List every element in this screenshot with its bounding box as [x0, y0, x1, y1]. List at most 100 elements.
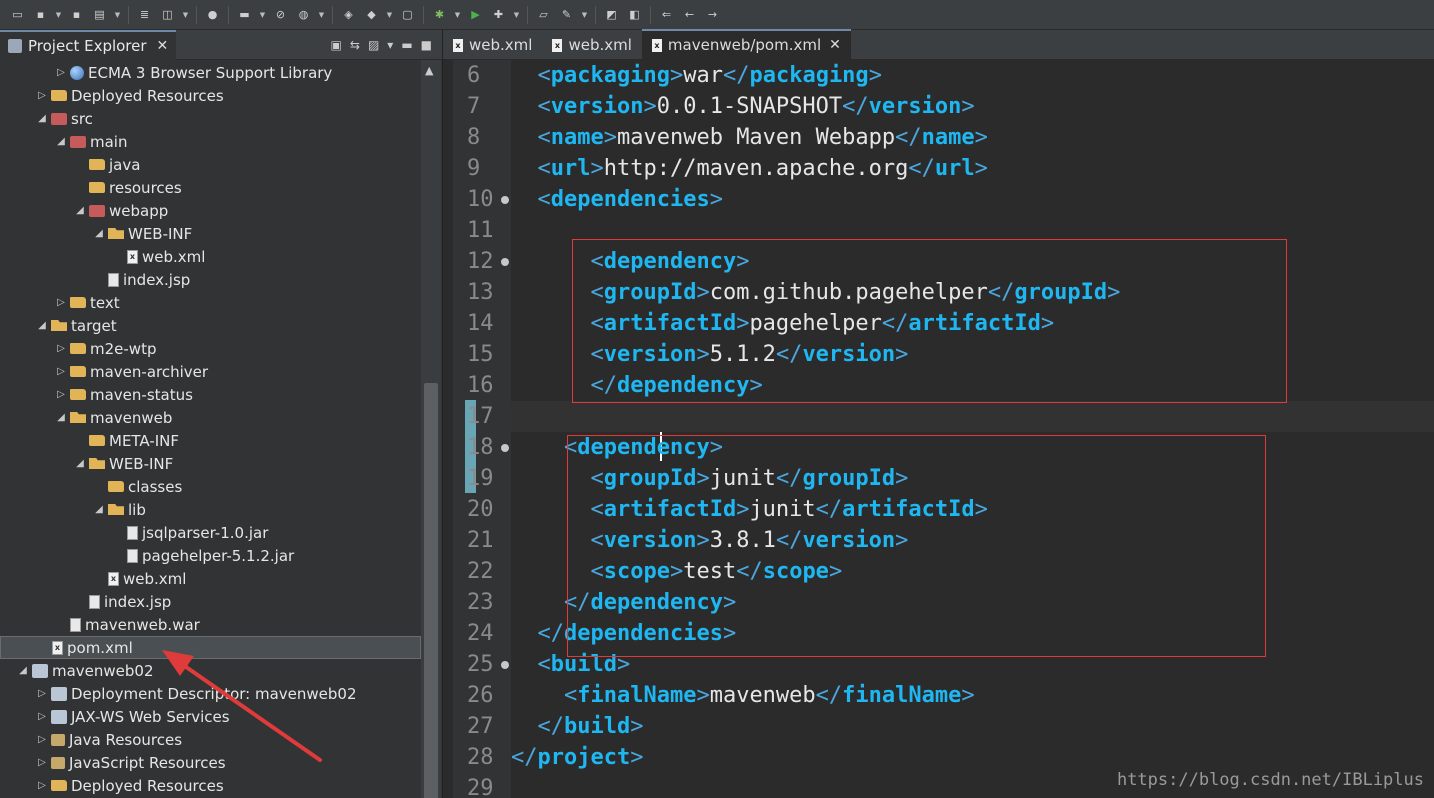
new-icon[interactable]: ▭: [8, 6, 27, 24]
close-icon[interactable]: ✕: [829, 37, 841, 53]
code-line[interactable]: <packaging>war</packaging>: [511, 60, 1434, 91]
scroll-thumb[interactable]: [424, 383, 438, 798]
tree-item[interactable]: ◢ webapp: [0, 199, 421, 222]
tree-item[interactable]: ▷ ECMA 3 Browser Support Library: [0, 61, 421, 84]
tree-item[interactable]: ▷ maven-status: [0, 383, 421, 406]
tree-item[interactable]: ▷ text: [0, 291, 421, 314]
tree-item[interactable]: java: [0, 153, 421, 176]
tree-item[interactable]: classes: [0, 475, 421, 498]
collapsed-twisty-icon[interactable]: ▷: [36, 90, 48, 101]
user-icon[interactable]: ●: [203, 6, 222, 24]
tab-editor-file[interactable]: x mavenweb/pom.xml ✕: [641, 29, 851, 59]
new-package-icon[interactable]: ◆: [362, 6, 381, 24]
collapsed-twisty-icon[interactable]: ▷: [55, 366, 67, 377]
scroll-up-icon[interactable]: ▲: [425, 64, 433, 77]
collapsed-twisty-icon[interactable]: ▷: [55, 343, 67, 354]
dropdown-arrow-icon[interactable]: ▼: [317, 6, 326, 24]
run-icon[interactable]: ▶: [466, 6, 485, 24]
tree-item[interactable]: ▷ maven-archiver: [0, 360, 421, 383]
dropdown-arrow-icon[interactable]: ▼: [113, 6, 122, 24]
tree-item[interactable]: ◢ target: [0, 314, 421, 337]
code-line[interactable]: [511, 401, 1434, 432]
expanded-twisty-icon[interactable]: ◢: [36, 113, 48, 124]
open-folder-icon[interactable]: ▱: [534, 6, 553, 24]
print-icon[interactable]: ▤: [90, 6, 109, 24]
dropdown-arrow-icon[interactable]: ▼: [512, 6, 521, 24]
tree-item[interactable]: ◢ WEB-INF: [0, 222, 421, 245]
expanded-twisty-icon[interactable]: ◢: [55, 136, 67, 147]
tree-item[interactable]: ▷ m2e-wtp: [0, 337, 421, 360]
tree-item[interactable]: resources: [0, 176, 421, 199]
expanded-twisty-icon[interactable]: ◢: [36, 320, 48, 331]
fold-toggle-icon[interactable]: [501, 258, 509, 266]
tree-item[interactable]: x web.xml: [0, 245, 421, 268]
dropdown-arrow-icon[interactable]: ▼: [580, 6, 589, 24]
fold-toggle-icon[interactable]: [501, 196, 509, 204]
expanded-twisty-icon[interactable]: ◢: [93, 228, 105, 239]
external-tools-icon[interactable]: ✚: [489, 6, 508, 24]
vertical-scrollbar[interactable]: ▲: [421, 60, 441, 798]
collapsed-twisty-icon[interactable]: ▷: [36, 734, 48, 745]
new-class-icon[interactable]: ◈: [339, 6, 358, 24]
brush-icon[interactable]: ✎: [557, 6, 576, 24]
collapse-all-icon[interactable]: ▣: [331, 38, 342, 52]
collapsed-twisty-icon[interactable]: ▷: [55, 297, 67, 308]
collapsed-twisty-icon[interactable]: ▷: [36, 711, 48, 722]
tree-item[interactable]: ▷ Deployed Resources: [0, 774, 421, 797]
expanded-twisty-icon[interactable]: ◢: [93, 504, 105, 515]
tab-editor-file[interactable]: x web.xml: [443, 31, 542, 59]
build-icon[interactable]: ≣: [135, 6, 154, 24]
minimize-icon[interactable]: ▬: [401, 38, 412, 52]
tree-item[interactable]: ◢ main: [0, 130, 421, 153]
code-area[interactable]: <packaging>war</packaging> <version>0.0.…: [511, 60, 1434, 798]
forward-icon[interactable]: →: [703, 6, 722, 24]
link-icon[interactable]: ▬: [235, 6, 254, 24]
view-menu-icon[interactable]: ▾: [387, 38, 393, 52]
tree-item[interactable]: x web.xml: [0, 567, 421, 590]
tab-editor-file[interactable]: x web.xml: [542, 31, 641, 59]
tree-item[interactable]: index.jsp: [0, 590, 421, 613]
fold-toggle-icon[interactable]: [501, 444, 509, 452]
code-line[interactable]: <dependencies>: [511, 184, 1434, 215]
collapsed-twisty-icon[interactable]: ▷: [36, 757, 48, 768]
expanded-twisty-icon[interactable]: ◢: [17, 665, 29, 676]
fold-toggle-icon[interactable]: [501, 661, 509, 669]
pin-icon[interactable]: ◧: [625, 6, 644, 24]
dropdown-arrow-icon[interactable]: ▼: [385, 6, 394, 24]
tree-item[interactable]: ◢ lib: [0, 498, 421, 521]
code-line[interactable]: </project>: [511, 742, 1434, 773]
tree-item[interactable]: ◢ src: [0, 107, 421, 130]
expanded-twisty-icon[interactable]: ◢: [74, 458, 86, 469]
code-line[interactable]: <name>mavenweb Maven Webapp</name>: [511, 122, 1434, 153]
collapsed-twisty-icon[interactable]: ▷: [55, 389, 67, 400]
tree-item[interactable]: pagehelper-5.1.2.jar: [0, 544, 421, 567]
search-icon[interactable]: ◩: [602, 6, 621, 24]
code-line[interactable]: <url>http://maven.apache.org</url>: [511, 153, 1434, 184]
collapsed-twisty-icon[interactable]: ▷: [55, 67, 67, 78]
maximize-icon[interactable]: ■: [421, 38, 432, 52]
back-icon[interactable]: ⇐: [657, 6, 676, 24]
new-file-icon[interactable]: ▢: [398, 6, 417, 24]
open-icon[interactable]: ◫: [158, 6, 177, 24]
filter-icon[interactable]: ▨: [368, 38, 379, 52]
save-icon[interactable]: ▪: [31, 6, 50, 24]
dropdown-arrow-icon[interactable]: ▼: [181, 6, 190, 24]
dropdown-arrow-icon[interactable]: ▼: [258, 6, 267, 24]
globe-icon[interactable]: ◍: [294, 6, 313, 24]
tree-item[interactable]: index.jsp: [0, 268, 421, 291]
skip-icon[interactable]: ⊘: [271, 6, 290, 24]
dropdown-arrow-icon[interactable]: ▼: [453, 6, 462, 24]
tree-item[interactable]: mavenweb.war: [0, 613, 421, 636]
expanded-twisty-icon[interactable]: ◢: [74, 205, 86, 216]
tree-item[interactable]: ◢ WEB-INF: [0, 452, 421, 475]
code-line[interactable]: <finalName>mavenweb</finalName>: [511, 680, 1434, 711]
save-all-icon[interactable]: ▪: [67, 6, 86, 24]
tree-item[interactable]: META-INF: [0, 429, 421, 452]
tree-item[interactable]: ▷ Deployed Resources: [0, 84, 421, 107]
debug-icon[interactable]: ✱: [430, 6, 449, 24]
tab-project-explorer[interactable]: Project Explorer ✕: [0, 29, 177, 60]
prev-edit-icon[interactable]: ←: [680, 6, 699, 24]
collapsed-twisty-icon[interactable]: ▷: [36, 780, 48, 791]
link-with-editor-icon[interactable]: ⇆: [350, 38, 360, 52]
tree-item[interactable]: jsqlparser-1.0.jar: [0, 521, 421, 544]
